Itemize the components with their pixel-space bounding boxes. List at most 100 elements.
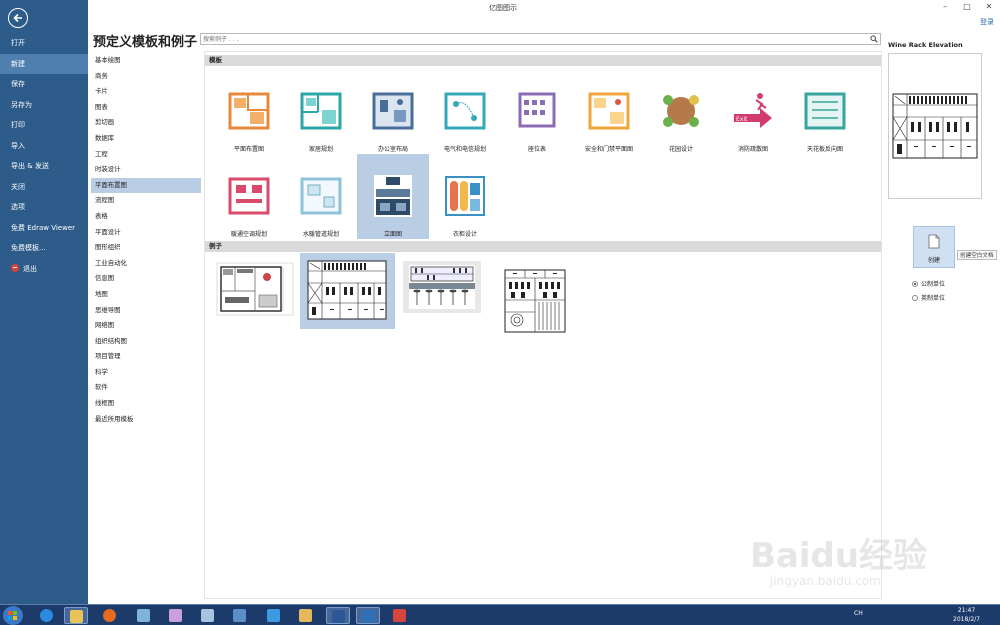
template-tile[interactable]: 办公室布局 <box>357 69 429 154</box>
category-item[interactable]: 网络图 <box>91 318 201 334</box>
category-item[interactable]: 图形组织 <box>91 240 201 256</box>
backstage-item-label: 退出 <box>23 264 37 273</box>
clock[interactable]: 21:47 2018/2/7 <box>953 606 980 624</box>
taskbar-search-app-icon[interactable] <box>294 607 318 624</box>
category-item[interactable]: 卡片 <box>91 84 201 100</box>
taskbar-edraw-max-icon[interactable] <box>388 607 412 624</box>
cabinet-elevation-example[interactable] <box>503 268 567 334</box>
taskbar-word-icon[interactable] <box>326 607 350 624</box>
template-tile[interactable]: 衣柜设计 <box>429 154 501 239</box>
create-tooltip: 创建空白文档 <box>957 250 997 260</box>
login-link[interactable]: 登录 <box>980 17 994 27</box>
metric-units-option[interactable]: 公制单位 <box>912 279 945 288</box>
backstage-item[interactable]: 选项 <box>0 197 88 218</box>
metric-radio[interactable] <box>912 281 918 287</box>
backstage-item[interactable]: 另存为 <box>0 95 88 116</box>
category-item[interactable]: 表格 <box>91 209 201 225</box>
category-item[interactable]: 图表 <box>91 100 201 116</box>
back-arrow-icon[interactable] <box>8 8 28 28</box>
template-tile[interactable]: 立面图 <box>357 154 429 239</box>
kitchen-plan-example[interactable] <box>215 261 295 317</box>
category-item[interactable]: 平面设计 <box>91 225 201 241</box>
bar-elevation-example[interactable] <box>403 261 481 313</box>
imperial-units-label: 英制单位 <box>921 295 946 302</box>
backstage-item[interactable]: 新建 <box>0 53 88 74</box>
category-item[interactable]: 平面布置图 <box>91 177 201 194</box>
taskbar-firefox-icon[interactable] <box>98 607 122 624</box>
template-tile[interactable]: 水暖管道规划 <box>285 154 357 239</box>
taskbar-network-icon[interactable] <box>228 607 252 624</box>
imperial-units-option[interactable]: 英制单位 <box>912 293 945 302</box>
template-label: 平面布置图 <box>233 146 264 153</box>
close-button[interactable]: ✕ <box>978 0 1000 14</box>
wine-rack-elevation-example[interactable] <box>300 253 395 329</box>
category-item[interactable]: 流程图 <box>91 193 201 209</box>
template-label: 立面图 <box>383 231 402 238</box>
search-input[interactable] <box>203 34 863 44</box>
backstage-item[interactable]: 打印 <box>0 115 88 136</box>
svg-text:Exit: Exit <box>736 116 748 123</box>
baidu-watermark: Baidu经验 jingyan.baidu.com <box>740 520 990 600</box>
category-item[interactable]: 科学 <box>91 365 201 381</box>
minimize-button[interactable]: – <box>934 0 956 14</box>
start-button[interactable] <box>3 606 23 625</box>
security-plan-icon <box>586 88 632 134</box>
category-item[interactable]: 工业自动化 <box>91 256 201 272</box>
backstage-item-label: 免费 Edraw Viewer <box>11 223 76 232</box>
backstage-item-label: 选项 <box>11 203 25 211</box>
template-tile[interactable]: 平面布置图 <box>213 69 285 154</box>
category-item[interactable]: 基本绘图 <box>91 53 201 69</box>
window-controls: – □ ✕ <box>934 0 1000 14</box>
template-tile[interactable]: Exit 消防疏散图 <box>717 69 789 154</box>
maximize-button[interactable]: □ <box>956 0 978 14</box>
taskbar: CH 21:47 2018/2/7 <box>0 604 1000 625</box>
category-item[interactable]: 线框图 <box>91 396 201 412</box>
backstage-item-label: 新建 <box>11 59 25 68</box>
template-tile[interactable]: 安全和门禁平面图 <box>573 69 645 154</box>
clock-date: 2018/2/7 <box>953 616 980 623</box>
backstage-item[interactable]: 免费 Edraw Viewer <box>0 218 88 239</box>
language-indicator[interactable]: CH <box>854 610 863 617</box>
category-item[interactable]: 数据库 <box>91 131 201 147</box>
template-gallery: 模板 平面布置图 家居规划 办公室布局 电气和电信规划 座位表 安全和门禁平面图 花园设计 E… <box>204 51 882 599</box>
category-item[interactable]: 商务 <box>91 69 201 85</box>
backstage-item[interactable]: 免费模板... <box>0 238 88 259</box>
template-tile[interactable]: 座位表 <box>501 69 573 154</box>
taskbar-ie-icon[interactable] <box>35 607 59 624</box>
taskbar-paint-icon[interactable] <box>164 607 188 624</box>
category-item[interactable]: 思维导图 <box>91 303 201 319</box>
taskbar-edraw-icon[interactable] <box>356 607 380 624</box>
elevation-icon <box>370 173 416 219</box>
create-button[interactable]: 创建 <box>913 226 955 268</box>
category-item[interactable]: 最近所用模板 <box>91 412 201 428</box>
category-item[interactable]: 项目管理 <box>91 349 201 365</box>
category-item[interactable]: 软件 <box>91 380 201 396</box>
clock-time: 21:47 <box>957 607 976 614</box>
search-icon[interactable] <box>870 35 878 45</box>
category-item[interactable]: 时装设计 <box>91 162 201 178</box>
taskbar-bird-icon[interactable] <box>262 607 286 624</box>
imperial-radio[interactable] <box>912 295 918 301</box>
backstage-item[interactable]: 保存 <box>0 74 88 95</box>
backstage-item[interactable]: 导出 & 发送 <box>0 156 88 177</box>
backstage-item[interactable]: 退出 <box>0 259 88 280</box>
template-tile[interactable]: 电气和电信规划 <box>429 69 501 154</box>
watermark-logo-text: Baidu经验 <box>750 536 928 576</box>
backstage-item[interactable]: 导入 <box>0 136 88 157</box>
category-item[interactable]: 组织结构图 <box>91 334 201 350</box>
category-item[interactable]: 信息图 <box>91 271 201 287</box>
taskbar-calculator-icon[interactable] <box>196 607 220 624</box>
backstage-item[interactable]: 打开 <box>0 33 88 54</box>
taskbar-app-icon[interactable] <box>132 607 156 624</box>
taskbar-explorer-icon[interactable] <box>64 607 88 624</box>
category-item[interactable]: 地图 <box>91 287 201 303</box>
template-tile[interactable]: 家居规划 <box>285 69 357 154</box>
category-item[interactable]: 工程 <box>91 147 201 163</box>
template-tile[interactable]: 花园设计 <box>645 69 717 154</box>
category-item[interactable]: 剪切画 <box>91 115 201 131</box>
backstage-item-label: 打印 <box>11 121 25 129</box>
template-tile[interactable]: 天花板反向图 <box>789 69 861 154</box>
template-tile[interactable]: 暖通空调规划 <box>213 154 285 239</box>
backstage-item[interactable]: 关闭 <box>0 177 88 198</box>
system-tray: CH 21:47 2018/2/7 <box>850 605 1000 625</box>
